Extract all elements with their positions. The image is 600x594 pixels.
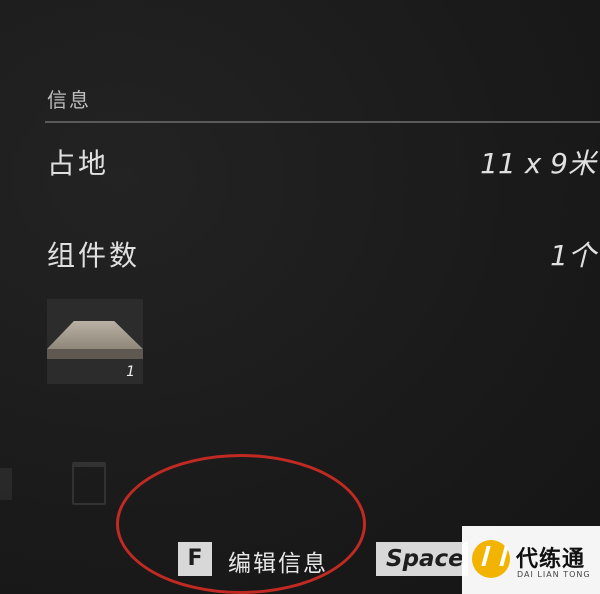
divider [45,121,600,123]
info-panel: 信息 占地 11 x 9米 组件数 1个 1 F 编辑信息 Space 代练通 … [0,0,600,594]
highlight-circle [116,454,366,594]
side-icon [0,468,12,500]
component-thumbnail[interactable]: 1 [47,299,143,384]
component-count-badge: 1 [126,364,135,380]
footprint-value: 11 x 9米 [480,147,596,180]
watermark-subtext: DAI LIAN TONG [517,570,591,579]
component-count-label: 组件数 [47,239,141,272]
space-key[interactable]: Space [376,542,468,576]
trash-icon [72,462,106,505]
component-count-value: 1个 [550,239,596,272]
plank-side [47,349,143,359]
logo-icon [472,540,510,578]
wood-plank-icon [47,321,143,349]
watermark-text: 代练通 [516,547,586,572]
footprint-label: 占地 [47,147,110,180]
section-title: 信息 [47,88,91,112]
